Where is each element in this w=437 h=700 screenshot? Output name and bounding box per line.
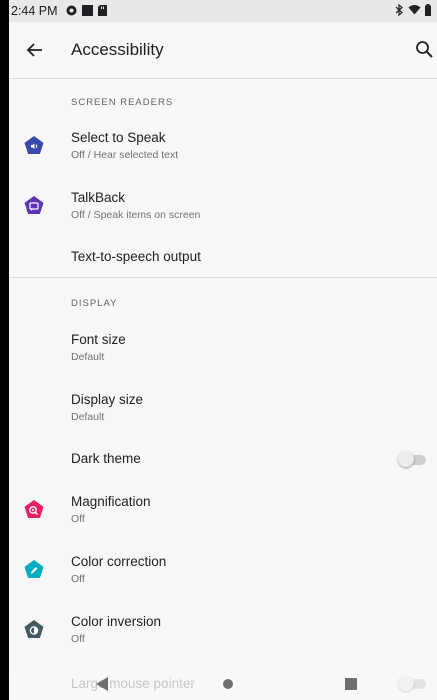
row-subtitle: Off: [71, 513, 85, 525]
list-item-color-correction[interactable]: Color correction Off: [9, 542, 437, 602]
row-title: Color correction: [71, 554, 167, 569]
section-header-display: DISPLAY: [71, 298, 118, 309]
color-correction-icon: [23, 559, 45, 581]
row-title: Text-to-speech output: [71, 249, 201, 264]
row-subtitle: Default: [71, 351, 105, 363]
select-to-speak-icon: [23, 135, 45, 157]
list-item-talkback[interactable]: TalkBack Off / Speak items on screen: [9, 178, 437, 238]
list-item-large-mouse-pointer[interactable]: Large mouse pointer: [71, 676, 195, 691]
circle-badge-icon: [66, 5, 77, 18]
sd-card-icon: [97, 4, 107, 18]
status-bar: 2:44 PM: [9, 0, 437, 22]
row-title: Dark theme: [71, 451, 141, 466]
row-title: Color inversion: [71, 614, 162, 629]
status-time: 2:44 PM: [11, 4, 58, 18]
row-subtitle: Off: [71, 573, 85, 585]
search-icon[interactable]: [413, 38, 437, 62]
row-subtitle: Default: [71, 411, 105, 423]
color-inversion-icon: [23, 619, 45, 641]
app-bar-divider: [9, 78, 437, 79]
list-item-color-inversion[interactable]: Color inversion Off: [9, 602, 437, 662]
list-item-display-size[interactable]: Display size Default: [9, 380, 437, 440]
row-title: Font size: [71, 332, 126, 347]
talkback-icon: [23, 195, 45, 217]
row-title: Display size: [71, 392, 144, 407]
battery-icon: [425, 3, 431, 19]
wifi-icon: [408, 4, 421, 18]
list-item-font-size[interactable]: Font size Default: [9, 320, 437, 380]
nav-home-icon[interactable]: [223, 679, 233, 689]
toggle-thumb: [398, 451, 414, 467]
list-item-select-to-speak[interactable]: Select to Speak Off / Hear selected text: [9, 118, 437, 178]
navigation-bar: Large mouse pointer: [9, 666, 437, 700]
row-subtitle: Off: [71, 633, 85, 645]
black-square-icon: [81, 4, 93, 18]
row-title: Select to Speak: [71, 130, 166, 145]
row-title: Magnification: [71, 494, 151, 509]
toggle-thumb: [398, 675, 414, 691]
page-title: Accessibility: [71, 40, 164, 59]
row-title: TalkBack: [71, 190, 126, 205]
large-mouse-pointer-toggle[interactable]: [398, 675, 426, 691]
status-right-icons: [395, 3, 431, 19]
list-item-magnification[interactable]: Magnification Off: [9, 482, 437, 542]
settings-screen: 2:44 PM Accessibility SCREEN READERS Sel…: [9, 0, 437, 700]
arrow-back-icon[interactable]: [23, 38, 47, 62]
nav-back-icon[interactable]: [95, 676, 109, 692]
nav-recents-icon[interactable]: [345, 678, 357, 690]
row-subtitle: Off / Hear selected text: [71, 149, 179, 161]
app-bar: Accessibility: [9, 22, 437, 78]
magnification-icon: [23, 499, 45, 521]
list-item-dark-theme[interactable]: Dark theme: [9, 440, 437, 480]
section-divider: [9, 277, 437, 278]
dark-theme-toggle[interactable]: [398, 451, 426, 467]
bluetooth-icon: [395, 3, 404, 19]
section-header-screen-readers: SCREEN READERS: [71, 97, 174, 108]
row-subtitle: Off / Speak items on screen: [71, 209, 201, 221]
list-item-text-to-speech[interactable]: Text-to-speech output: [9, 238, 437, 276]
